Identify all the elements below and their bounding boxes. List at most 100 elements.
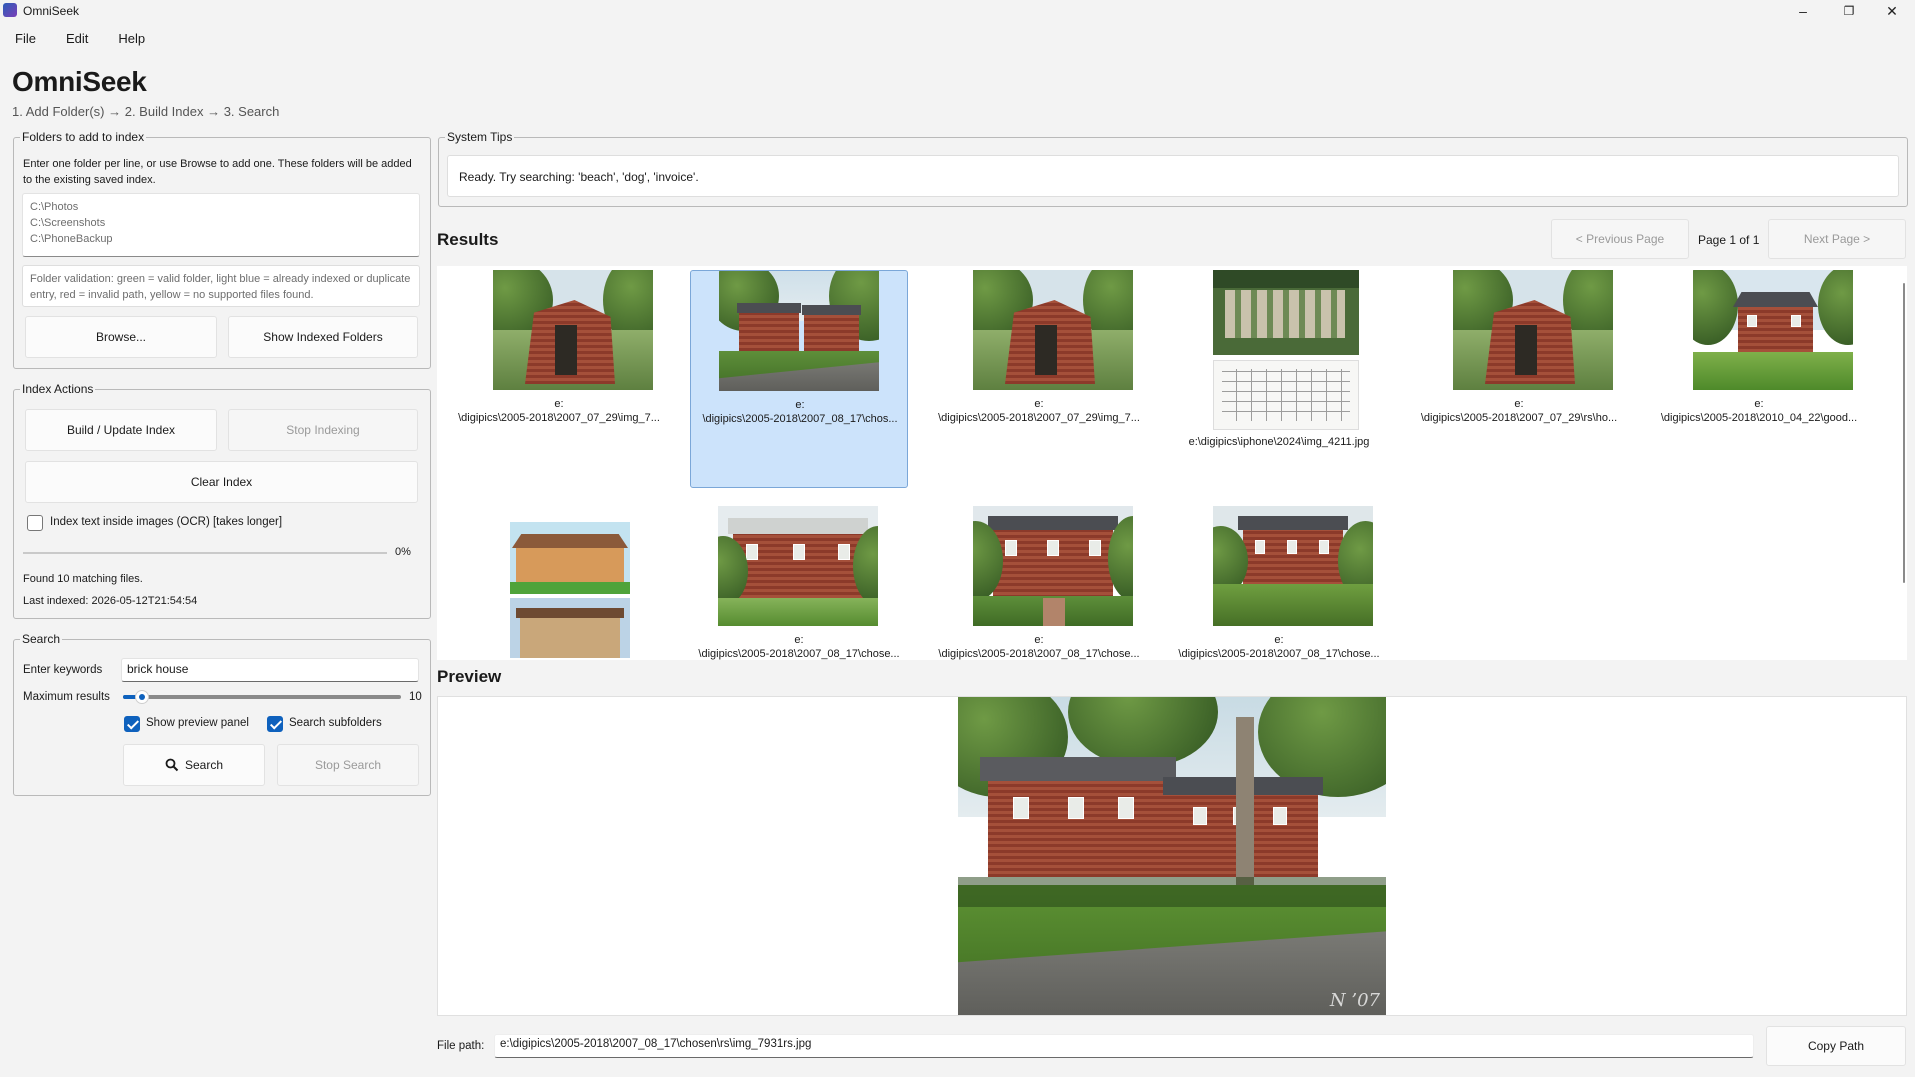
result-thumbnail [719,271,879,391]
search-button-label: Search [184,758,224,772]
result-thumbnail [1693,270,1853,390]
index-actions-legend: Index Actions [20,382,96,396]
results-title: Results [437,230,499,249]
result-thumbnail [973,270,1133,390]
result-item[interactable]: e: \digipics\2005-2018\2007_08_17\chose.… [930,504,1148,660]
result-thumbnail [1453,270,1613,390]
result-path-2: \digipics\2005-2018\2007_07_29\img_7... [938,412,1140,424]
folder-line: C:\Photos [30,201,79,213]
page-indicator: Page 1 of 1 [1698,233,1760,247]
max-results-slider[interactable] [135,690,149,704]
system-tips-legend: System Tips [445,130,515,144]
show-preview-label: Show preview panel [146,717,249,729]
close-button[interactable]: ✕ [1869,0,1915,22]
result-path-1: e: [1034,634,1044,646]
preview-title: Preview [437,667,502,686]
result-item[interactable]: e: \digipics\2005-2018\2010_04_22\good..… [1650,270,1868,488]
floor-plan-thumbnail [1213,360,1359,430]
max-results-value: 10 [409,691,422,703]
result-item[interactable]: e: \digipics\2005-2018\2007_08_17\chose.… [690,504,908,660]
show-preview-checkbox[interactable] [124,716,140,732]
clear-index-button[interactable]: Clear Index [25,461,418,503]
result-path-2: \digipics\2005-2018\2007_08_17\chose... [698,648,900,660]
result-thumbnail [1213,506,1373,626]
result-path-1: e: [1034,398,1044,410]
copy-path-button[interactable]: Copy Path [1766,1026,1906,1066]
result-path-2: \digipics\2005-2018\2007_07_29\img_7... [458,412,660,424]
build-index-button[interactable]: Build / Update Index [25,409,217,451]
result-item[interactable]: e:\digipics\iphone\2024\img_4211.jpg [1170,270,1388,488]
result-path-1: e: [554,398,564,410]
max-results-label: Maximum results [23,691,110,703]
folder-line: C:\PhoneBackup [30,233,113,245]
file-path-field[interactable]: e:\digipics\2005-2018\2007_08_17\chosen\… [494,1034,1754,1058]
app-icon [3,3,17,17]
result-path-2: \digipics\2005-2018\2007_08_17\chose... [1178,648,1380,660]
result-item[interactable]: e: \digipics\2005-2018\2007_07_29\img_7.… [450,270,668,488]
menu-bar: File Edit Help [0,28,160,52]
preview-watermark: N ’07 [1329,990,1380,1011]
result-path-1: e: [1754,398,1764,410]
result-item-selected[interactable]: e: \digipics\2005-2018\2007_08_17\chos..… [690,270,908,488]
result-item[interactable]: e: \digipics\2005-2018\2007_07_29\img_7.… [930,270,1148,488]
keywords-label: Enter keywords [23,664,103,676]
search-icon [165,758,179,772]
result-path-2: \digipics\2005-2018\2007_08_17\chos... [702,413,898,425]
result-thumbnail [718,506,878,626]
next-page-button[interactable]: Next Page > [1768,219,1906,259]
search-subfolders-checkbox[interactable] [267,716,283,732]
result-path-2: \digipics\2005-2018\2010_04_22\good... [1660,412,1858,424]
result-thumbnail [493,270,653,390]
result-item[interactable]: e: \digipics\2005-2018\2007_07_29\rs\ho.… [1410,270,1628,488]
preview-panel: N ’07 [437,696,1907,1016]
found-count: Found 10 matching files. [23,573,143,585]
result-path-2: e:\digipics\iphone\2024\img_4211.jpg [1188,436,1370,448]
result-path-2: \digipics\2005-2018\2007_07_29\rs\ho... [1420,412,1618,424]
preview-image: N ’07 [958,697,1386,1015]
minimize-button[interactable]: – [1780,0,1826,22]
folders-instructions: Enter one folder per line, or use Browse… [23,158,412,186]
title-bar: OmniSeek – ❐ ✕ [0,0,1915,22]
result-path-1: e: [795,399,805,411]
result-path-1: e: [794,634,804,646]
app-title: OmniSeek [12,66,147,97]
cartoon-caption-thumbnail [510,506,630,516]
stop-indexing-button[interactable]: Stop Indexing [228,409,418,451]
index-progress-bar [23,552,387,554]
restore-button[interactable]: ❐ [1826,0,1872,22]
folders-input[interactable]: C:\Photos C:\Screenshots C:\PhoneBackup [22,193,420,257]
browse-button[interactable]: Browse... [25,316,217,358]
search-button[interactable]: Search [123,744,265,786]
result-thumbnail [510,522,630,594]
result-path-2: \digipics\2005-2018\2007_08_17\chose... [938,648,1140,660]
index-progress-percent: 0% [395,546,411,558]
stop-search-button[interactable]: Stop Search [277,744,419,786]
results-scrollbar[interactable] [1903,283,1905,583]
last-indexed: Last indexed: 2026-05-12T21:54:54 [23,595,198,607]
result-thumbnail [1213,270,1359,355]
result-item[interactable] [450,504,668,660]
search-subfolders-label: Search subfolders [289,717,382,729]
menu-edit[interactable]: Edit [51,28,103,52]
result-thumbnail [973,506,1133,626]
menu-file[interactable]: File [0,28,51,52]
result-item[interactable]: e: \digipics\2005-2018\2007_08_17\chose.… [1170,504,1388,660]
menu-help[interactable]: Help [103,28,160,52]
ocr-label: Index text inside images (OCR) [takes lo… [50,516,283,528]
window-title: OmniSeek [23,4,80,18]
ocr-checkbox[interactable] [27,515,43,531]
folder-line: C:\Screenshots [30,217,106,229]
show-indexed-folders-button[interactable]: Show Indexed Folders [228,316,418,358]
search-legend: Search [20,632,63,646]
folder-validation-note: Folder validation: green = valid folder,… [22,265,420,307]
result-path-1: e: [1514,398,1524,410]
keywords-input[interactable]: brick house [121,658,419,682]
max-results-track [123,695,401,699]
previous-page-button[interactable]: < Previous Page [1551,219,1689,259]
result-path-1: e: [1274,634,1284,646]
result-thumbnail [510,598,630,658]
file-path-label: File path: [437,1040,485,1052]
folders-legend: Folders to add to index [20,130,147,144]
system-tips-text: Ready. Try searching: 'beach', 'dog', 'i… [447,155,1899,197]
results-grid: e: \digipics\2005-2018\2007_07_29\img_7.… [437,266,1907,660]
